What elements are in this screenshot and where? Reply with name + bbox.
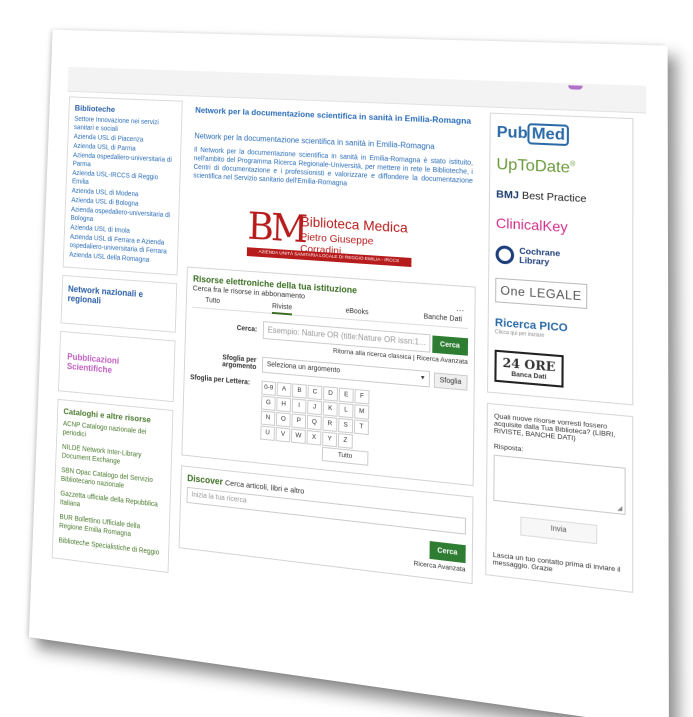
letter-button[interactable]: Z <box>337 433 353 449</box>
letter-button[interactable]: 0-9 <box>261 380 277 396</box>
uptodate-text: UpToDate <box>496 156 571 177</box>
chevron-down-icon: ▾ <box>420 374 425 382</box>
letter-button[interactable]: G <box>260 395 276 411</box>
letter-button[interactable]: B <box>292 383 307 399</box>
pubmed-med: Med <box>527 123 570 147</box>
network-box: Network nazionali e regionali <box>60 274 178 333</box>
tab-ebooks[interactable]: eBooks <box>346 308 369 317</box>
survey-note: Lascia un tuo contatto prima di inviare … <box>492 551 621 574</box>
uptodate-logo[interactable]: UpToDate® <box>496 156 626 181</box>
right-column: Pub Med UpToDate® BMJ Best Practice Clini… <box>485 112 634 593</box>
cerca-label: Cerca: <box>236 324 258 334</box>
registered-mark: ® <box>569 161 576 169</box>
letter-button[interactable]: T <box>353 419 370 436</box>
letters-grid: 0-9 A B C D E F G H I J K L M N O P Q R … <box>260 380 370 466</box>
letter-button[interactable]: I <box>291 398 307 414</box>
letter-button[interactable]: Y <box>322 431 338 448</box>
letter-button[interactable]: U <box>260 425 275 441</box>
biblioteche-title: Biblioteche <box>74 103 116 115</box>
letter-button[interactable]: X <box>306 430 322 446</box>
letter-button[interactable]: M <box>354 404 370 420</box>
letters-label: Sfoglia per Lettera: <box>190 374 251 387</box>
letter-button[interactable]: N <box>260 410 276 426</box>
discover-title: Discover <box>187 472 224 487</box>
pubblicazioni-box: Pubblicazioni Scientifiche <box>57 330 176 403</box>
biblioteca-medica-logo: BM Biblioteca Medica Pietro Giuseppe Cor… <box>246 204 412 270</box>
letter-button[interactable]: F <box>354 388 370 405</box>
letter-button[interactable]: Q <box>306 414 322 431</box>
bmj-best-practice-logo[interactable]: BMJ Best Practice <box>496 188 626 207</box>
letter-button[interactable]: D <box>323 386 339 402</box>
more-icon[interactable]: ··· <box>456 306 464 316</box>
letter-button[interactable]: S <box>338 417 354 434</box>
letter-button[interactable]: W <box>291 428 306 445</box>
letter-tutto-button[interactable]: Tutto <box>321 446 369 466</box>
letter-button[interactable]: K <box>322 401 338 417</box>
cataloghi-box: Cataloghi e altre risorse ACNP Catalogo … <box>51 398 174 574</box>
resize-grip-icon[interactable]: ◢ <box>617 504 622 513</box>
letter-button[interactable]: O <box>275 411 291 428</box>
argomento-select-value: Seleziona un argomento <box>266 361 341 375</box>
risorse-panel: Risorse elettroniche della tua istituzio… <box>181 266 476 487</box>
clinicalkey-logo[interactable]: ClinicalKey <box>496 215 626 239</box>
discover-cerca-button[interactable]: Cerca <box>428 540 466 564</box>
screenshot-stage: Biblioteche Settore Innovazione nei serv… <box>0 0 693 717</box>
cochrane-logo[interactable]: Cochrane Library <box>495 245 625 272</box>
biblioteche-box: Biblioteche Settore Innovazione nei serv… <box>62 96 183 276</box>
letter-button[interactable]: H <box>276 396 292 413</box>
cochrane-icon <box>495 245 515 265</box>
left-column: Biblioteche Settore Innovazione nei serv… <box>51 96 183 581</box>
letter-button[interactable]: A <box>276 381 292 398</box>
letter-button[interactable]: P <box>291 413 307 429</box>
invia-button[interactable]: Invia <box>520 516 598 545</box>
24-ore-logo[interactable]: 24 ORE Banca Dati <box>494 349 564 388</box>
letter-button[interactable]: L <box>338 402 354 419</box>
pubmed-logo[interactable]: Pub Med <box>496 123 626 148</box>
pubblicazioni-title[interactable]: Pubblicazioni Scientifiche <box>64 338 168 394</box>
ricerca-pico-logo[interactable]: Ricerca PICO Clicca qui per iniziare <box>495 317 626 346</box>
pubmed-text: Pub <box>496 123 528 143</box>
letter-button[interactable]: J <box>307 399 323 416</box>
letter-button[interactable]: R <box>322 416 338 432</box>
one-legale-logo[interactable]: One LEGALE <box>495 277 588 309</box>
bmj-text: BMJ <box>496 188 519 202</box>
tab-riviste[interactable]: Riviste <box>271 303 293 316</box>
resources-box: Pub Med UpToDate® BMJ Best Practice Clini… <box>487 112 634 406</box>
page-sheet: Biblioteche Settore Innovazione nei serv… <box>28 29 669 717</box>
discover-panel: Discover Cerca articoli, libri e altro I… <box>178 465 474 585</box>
logo-mark: BM <box>247 204 306 251</box>
best-practice-text: Best Practice <box>521 189 587 206</box>
main-column: Network per la documentazione scientific… <box>178 101 477 595</box>
survey-question: Quali nuove risorse vorresti fossero acq… <box>493 412 616 443</box>
risposta-textarea[interactable]: ◢ <box>493 454 626 516</box>
network-title[interactable]: Network nazionali e regionali <box>67 282 171 324</box>
survey-box: Quali nuove risorse vorresti fossero acq… <box>485 402 634 593</box>
tab-tutto[interactable]: Tutto <box>205 297 220 305</box>
top-accent <box>568 85 583 90</box>
sfoglia-label: Sfoglia per argomento <box>222 354 257 372</box>
letter-button[interactable]: C <box>307 384 323 401</box>
intro-text: Il Network per la documentazione scienti… <box>193 146 474 188</box>
page-title: Network per la documentazione scientific… <box>195 105 472 126</box>
letter-button[interactable]: V <box>275 427 291 443</box>
letters-row: Sfoglia per Lettera: 0-9 A B C D E F G H… <box>188 374 467 476</box>
sfoglia-button[interactable]: Sfoglia <box>433 371 468 391</box>
cerca-button[interactable]: Cerca <box>431 334 469 356</box>
letter-button[interactable]: E <box>338 387 354 404</box>
